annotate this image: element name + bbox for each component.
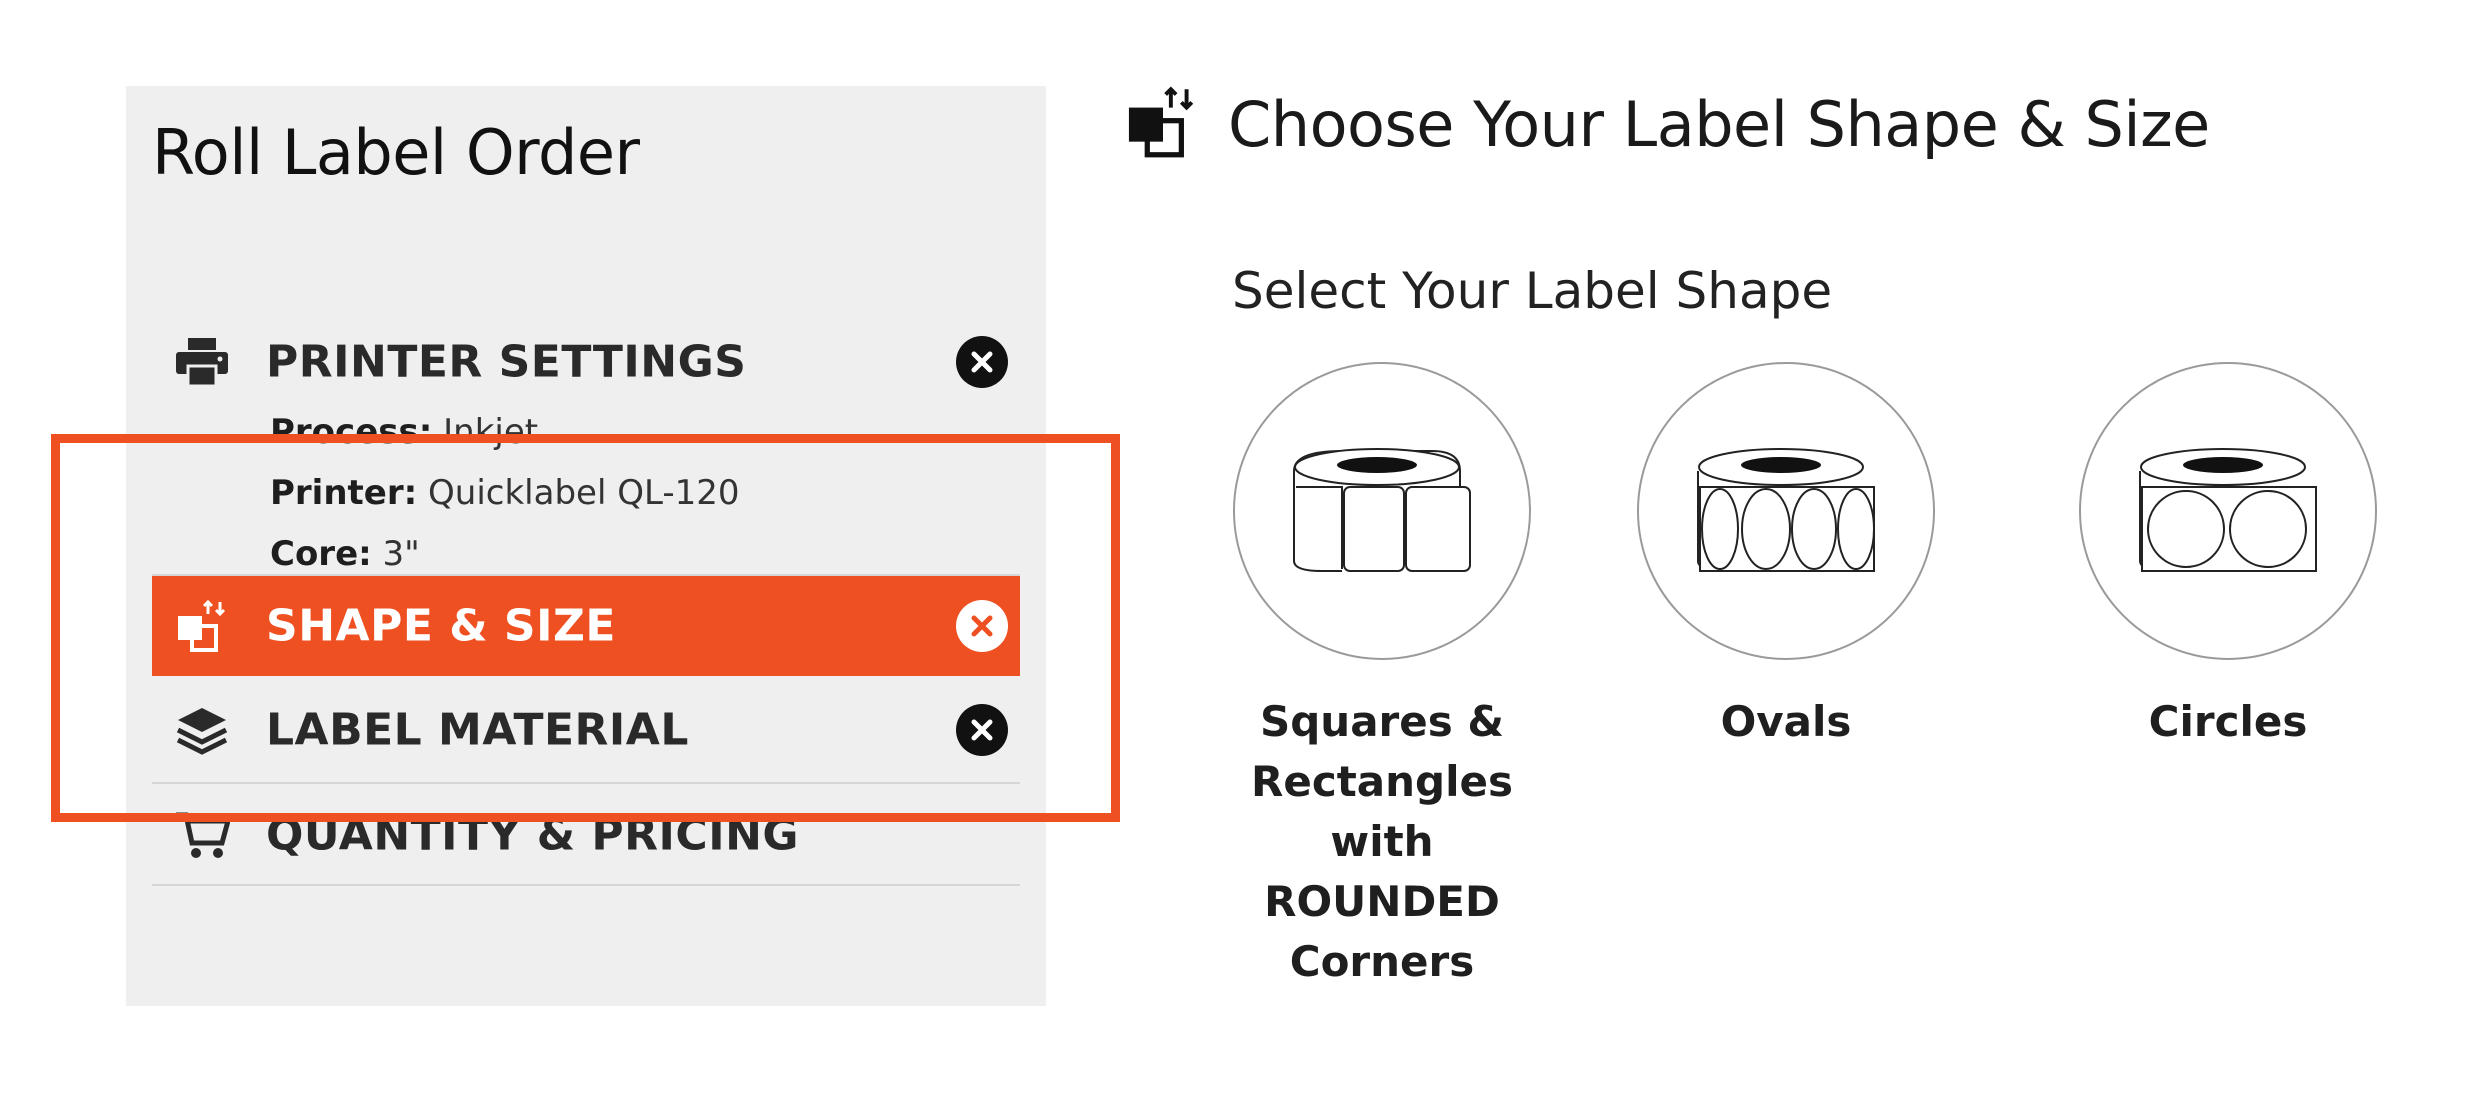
step-quantity-pricing[interactable]: QUANTITY & PRICING bbox=[152, 786, 1020, 886]
shape-size-icon bbox=[172, 596, 232, 656]
shape-option-squares[interactable]: Squares & Rectangles with ROUNDED Corner… bbox=[1227, 362, 1537, 992]
step-label: LABEL MATERIAL bbox=[266, 704, 689, 756]
shape-label: Ovals bbox=[1720, 697, 1852, 746]
shape-subtitle: Select Your Label Shape bbox=[1232, 262, 1833, 320]
shape-option-circles[interactable]: Circles bbox=[2073, 362, 2383, 752]
shape-label: Circles bbox=[2148, 697, 2308, 746]
oval-roll-icon[interactable] bbox=[1637, 362, 1935, 660]
page: Roll Label Order PRINTER SETTINGS Proces… bbox=[0, 0, 2473, 1102]
step-label: QUANTITY & PRICING bbox=[266, 809, 800, 861]
detail-process: Process: Inkjet bbox=[270, 412, 539, 452]
shape-size-icon bbox=[1126, 84, 1200, 164]
sidebar-title: Roll Label Order bbox=[152, 116, 640, 189]
detail-printer: Printer: Quicklabel QL-120 bbox=[270, 473, 740, 513]
step-shape-size[interactable]: SHAPE & SIZE bbox=[152, 576, 1020, 676]
main-header: Choose Your Label Shape & Size bbox=[1126, 84, 2210, 164]
square-roll-icon[interactable] bbox=[1233, 362, 1531, 660]
close-icon[interactable] bbox=[956, 336, 1008, 388]
step-label-material[interactable]: LABEL MATERIAL bbox=[152, 678, 1020, 784]
shape-option-ovals[interactable]: Ovals bbox=[1631, 362, 1941, 752]
step-printer-settings[interactable]: PRINTER SETTINGS bbox=[152, 312, 1020, 412]
close-icon[interactable] bbox=[956, 704, 1008, 756]
main-title: Choose Your Label Shape & Size bbox=[1228, 87, 2210, 161]
step-label: SHAPE & SIZE bbox=[266, 600, 616, 652]
close-icon[interactable] bbox=[956, 600, 1008, 652]
layers-icon bbox=[172, 700, 232, 760]
printer-icon bbox=[172, 332, 232, 392]
shape-label: Squares & Rectangles with ROUNDED Corner… bbox=[1251, 697, 1513, 986]
order-sidebar: Roll Label Order PRINTER SETTINGS Proces… bbox=[126, 86, 1046, 1006]
step-label: PRINTER SETTINGS bbox=[266, 336, 747, 388]
cart-icon bbox=[172, 805, 232, 865]
circle-roll-icon[interactable] bbox=[2079, 362, 2377, 660]
